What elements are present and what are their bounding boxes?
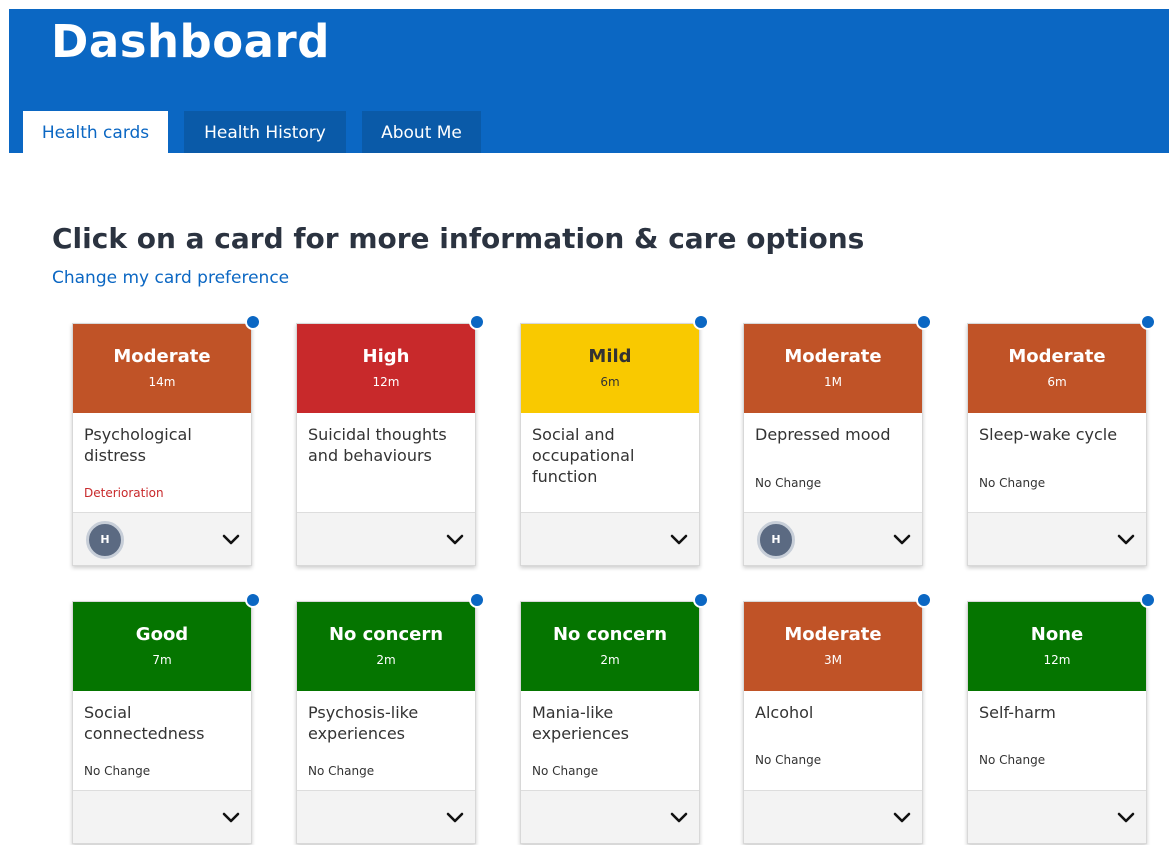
card-footer — [521, 512, 699, 565]
new-update-indicator — [693, 314, 709, 330]
card-time-label: 14m — [148, 375, 176, 389]
chevron-down-icon[interactable] — [669, 807, 689, 827]
card-footer — [521, 790, 699, 843]
chevron-down-icon[interactable] — [445, 807, 465, 827]
card-title: Self-harm — [979, 703, 1056, 722]
card-severity-header: No concern 2m — [521, 602, 699, 691]
health-card[interactable]: Moderate 1M Depressed mood No Change H — [743, 314, 932, 566]
card-severity-label: Moderate — [784, 624, 882, 645]
card-footer — [297, 790, 475, 843]
new-update-indicator — [916, 592, 932, 608]
new-update-indicator — [916, 314, 932, 330]
new-update-indicator — [1140, 314, 1156, 330]
new-update-indicator — [1140, 592, 1156, 608]
change-card-preference-link[interactable]: Change my card preference — [52, 268, 289, 288]
card-title: Social and occupational function — [532, 425, 635, 486]
card-severity-label: None — [1030, 624, 1084, 645]
health-card[interactable]: High 12m Suicidal thoughts and behaviours — [296, 314, 485, 566]
avatar: H — [86, 521, 124, 559]
card-severity-label: Mild — [588, 346, 632, 367]
avatar: H — [757, 521, 795, 559]
card-change-status: No Change — [979, 476, 1046, 490]
card-time-label: 3M — [824, 653, 842, 667]
section-heading: Click on a card for more information & c… — [52, 222, 865, 255]
card-time-label: 7m — [152, 653, 172, 667]
card-severity-label: High — [362, 346, 410, 367]
chevron-down-icon[interactable] — [892, 529, 912, 549]
health-card[interactable]: No concern 2m Psychosis-like experiences No… — [296, 592, 485, 844]
chevron-down-icon[interactable] — [892, 807, 912, 827]
card-time-label: 2m — [600, 653, 620, 667]
app-header: Dashboard Health cards Health History Ab… — [9, 9, 1169, 153]
health-card[interactable]: Good 7m Social connectedness No Change — [72, 592, 261, 844]
card-footer — [297, 512, 475, 565]
chevron-down-icon[interactable] — [1116, 529, 1136, 549]
card-footer: H — [744, 512, 922, 565]
card-change-status: No Change — [979, 753, 1046, 767]
card-severity-label: Moderate — [113, 346, 211, 367]
card-title: Sleep-wake cycle — [979, 425, 1118, 444]
card-time-label: 12m — [372, 375, 400, 389]
card-severity-label: No concern — [328, 624, 444, 645]
card-change-status: No Change — [84, 764, 151, 778]
card-footer — [744, 790, 922, 843]
new-update-indicator — [245, 592, 261, 608]
card-title: Psychosis-like experiences — [308, 703, 419, 743]
health-card[interactable]: Moderate 14m Psychological distress Deterio… — [72, 314, 261, 566]
card-change-status: No Change — [755, 753, 822, 767]
card-time-label: 6m — [600, 375, 620, 389]
card-title: Mania-like experiences — [532, 703, 630, 743]
health-card[interactable]: Mild 6m Social and occupational function — [520, 314, 709, 566]
new-update-indicator — [245, 314, 261, 330]
chevron-down-icon[interactable] — [669, 529, 689, 549]
chevron-down-icon[interactable] — [445, 529, 465, 549]
card-change-status: Deterioration — [84, 486, 164, 500]
card-severity-header: Moderate 3M — [744, 602, 922, 691]
card-title: Psychological distress — [84, 425, 192, 465]
card-footer — [73, 790, 251, 843]
card-severity-header: High 12m — [297, 324, 475, 413]
chevron-down-icon[interactable] — [221, 807, 241, 827]
card-footer — [968, 512, 1146, 565]
tab-health-cards[interactable]: Health cards — [23, 111, 168, 153]
card-change-status: No Change — [532, 764, 599, 778]
health-card[interactable]: Moderate 3M Alcohol No Change — [743, 592, 932, 844]
card-footer: H — [73, 512, 251, 565]
card-title: Depressed mood — [755, 425, 891, 444]
card-time-label: 1M — [824, 375, 842, 389]
card-title: Suicidal thoughts and behaviours — [308, 425, 447, 465]
card-severity-header: Good 7m — [73, 602, 251, 691]
card-severity-label: Moderate — [1008, 346, 1106, 367]
card-severity-header: Moderate 1M — [744, 324, 922, 413]
card-time-label: 12m — [1043, 653, 1071, 667]
card-time-label: 2m — [376, 653, 396, 667]
tab-about-me[interactable]: About Me — [362, 111, 481, 153]
card-severity-header: None 12m — [968, 602, 1146, 691]
new-update-indicator — [693, 592, 709, 608]
card-severity-header: No concern 2m — [297, 602, 475, 691]
health-card[interactable]: None 12m Self-harm No Change — [967, 592, 1156, 844]
tab-health-history[interactable]: Health History — [184, 111, 346, 153]
card-severity-header: Moderate 6m — [968, 324, 1146, 413]
card-title: Alcohol — [755, 703, 814, 722]
card-severity-header: Moderate 14m — [73, 324, 251, 413]
health-card[interactable]: Moderate 6m Sleep-wake cycle No Change — [967, 314, 1156, 566]
new-update-indicator — [469, 592, 485, 608]
chevron-down-icon[interactable] — [221, 529, 241, 549]
card-footer — [968, 790, 1146, 843]
chevron-down-icon[interactable] — [1116, 807, 1136, 827]
card-time-label: 6m — [1047, 375, 1067, 389]
card-severity-label: No concern — [552, 624, 668, 645]
card-title: Social connectedness — [84, 703, 205, 743]
card-severity-label: Moderate — [784, 346, 882, 367]
health-card[interactable]: No concern 2m Mania-like experiences No Cha… — [520, 592, 709, 844]
card-severity-header: Mild 6m — [521, 324, 699, 413]
card-change-status: No Change — [308, 764, 375, 778]
page-title: Dashboard — [51, 15, 330, 68]
card-change-status: No Change — [755, 476, 822, 490]
card-severity-label: Good — [135, 624, 189, 645]
new-update-indicator — [469, 314, 485, 330]
